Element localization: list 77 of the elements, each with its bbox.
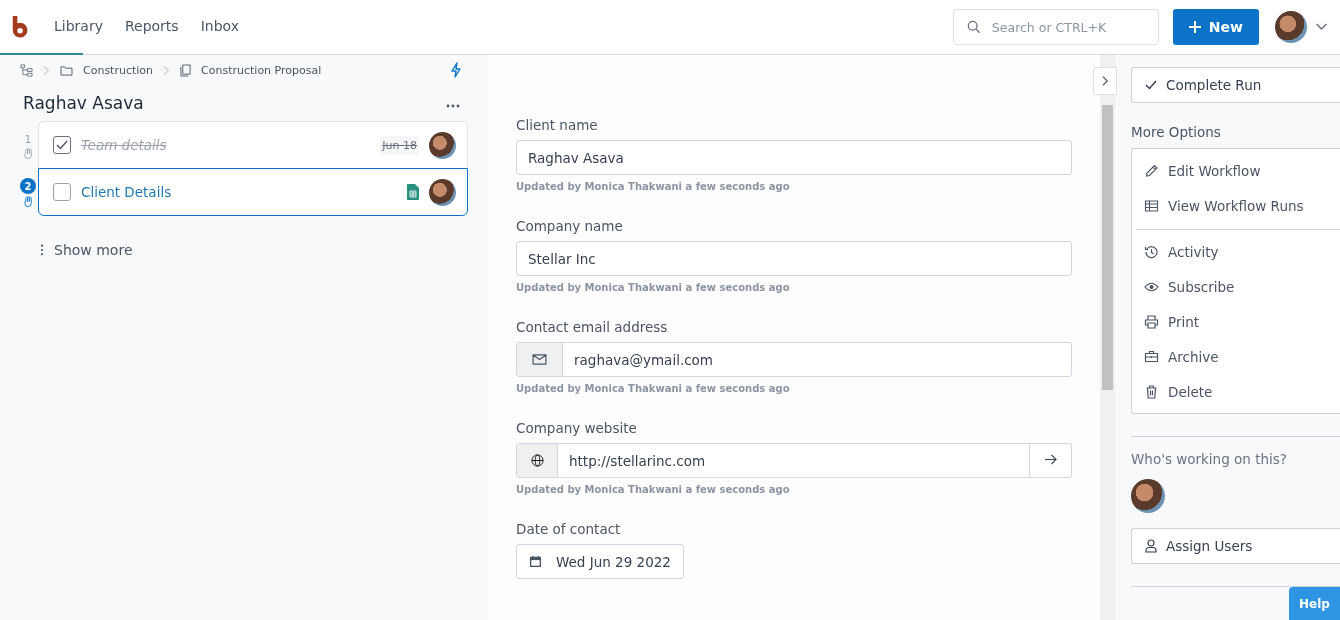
section-title: More Options <box>1131 124 1222 140</box>
briefcase-icon <box>1144 350 1159 363</box>
hand-icon[interactable] <box>22 147 34 159</box>
globe-icon <box>530 454 544 467</box>
ellipsis-icon <box>446 103 460 108</box>
menu-item[interactable]: Activity <box>1136 234 1340 269</box>
update-note: Updated by Monica Thakwani a few seconds ago <box>516 383 791 394</box>
chevron-right-icon <box>1101 75 1109 87</box>
nav-link[interactable]: Library <box>54 14 103 40</box>
field-label: Date of contact <box>516 521 622 537</box>
update-note: Updated by Monica Thakwani a few seconds ago <box>516 282 791 293</box>
history-icon <box>1144 244 1159 259</box>
complete-run-button[interactable]: Complete Run <box>1131 67 1340 103</box>
url-field[interactable]: http://stellarinc.com <box>516 443 1030 478</box>
run-title: Raghav Asava <box>23 93 144 113</box>
plus-icon <box>1188 21 1201 33</box>
chevron-down-icon[interactable] <box>1315 23 1328 31</box>
lightning-icon[interactable] <box>450 62 462 78</box>
collapse-button[interactable] <box>1093 67 1117 95</box>
field-label: Company name <box>516 218 624 234</box>
spreadsheet-icon <box>407 184 419 200</box>
show-more-button[interactable]: Show more <box>40 242 133 258</box>
step-number: 1 <box>24 132 32 146</box>
user-icon <box>1145 539 1157 553</box>
chevron-right-icon <box>163 64 171 76</box>
assign-users-button[interactable]: Assign Users <box>1131 528 1340 564</box>
task-label: Team details <box>81 137 168 153</box>
search-field[interactable]: Search or CTRL+K <box>952 9 1159 45</box>
update-note: Updated by Monica Thakwani a few seconds ago <box>516 181 791 192</box>
menu-item[interactable]: Subscribe <box>1136 269 1340 304</box>
menu-item[interactable]: Archive <box>1136 339 1340 374</box>
scrollbar[interactable] <box>1100 55 1115 620</box>
email-field[interactable]: raghava@ymail.com <box>516 342 1072 377</box>
nav-link[interactable]: Reports <box>124 14 179 40</box>
chevron-right-icon <box>43 64 50 76</box>
breadcrumb-link[interactable]: Construction <box>83 63 154 77</box>
update-note: Updated by Monica Thakwani a few seconds ago <box>516 484 791 495</box>
worker-avatar <box>1131 479 1165 513</box>
task-label: Client Details <box>81 184 173 200</box>
trash-icon <box>1144 384 1159 399</box>
arrow-right-icon <box>1044 454 1057 465</box>
menu-item[interactable]: View Workflow Runs <box>1136 188 1340 223</box>
text-field[interactable]: Stellar Inc <box>516 241 1072 276</box>
user-avatar[interactable] <box>1275 11 1307 43</box>
printer-icon <box>1144 314 1159 329</box>
date-field[interactable]: Wed Jun 29 2022 <box>516 544 684 579</box>
search-icon <box>966 20 981 34</box>
task-item[interactable]: Team details Jun 18 <box>38 121 468 169</box>
check-icon <box>1145 80 1157 90</box>
text-field[interactable]: Raghav Asava <box>516 140 1072 175</box>
assignee-avatar <box>429 178 456 206</box>
menu-item[interactable]: Edit Workflow <box>1136 153 1340 188</box>
field-label: Contact email address <box>516 319 669 335</box>
step-number: 2 <box>20 178 36 194</box>
assignee-avatar <box>429 131 456 159</box>
field-label: Client name <box>516 117 599 133</box>
pencil-icon <box>1144 163 1159 178</box>
folder-icon <box>60 64 73 76</box>
new-button[interactable]: New <box>1172 9 1259 45</box>
section-title: Who's working on this? <box>1131 451 1288 467</box>
menu-item[interactable]: Delete <box>1136 374 1340 409</box>
nav-link[interactable]: Inbox <box>200 14 239 40</box>
due-date: Jun 18 <box>380 135 419 155</box>
hierarchy-icon[interactable] <box>20 63 33 77</box>
breadcrumb-link[interactable]: Construction Proposal <box>201 63 322 77</box>
menu-item[interactable]: Print <box>1136 304 1340 339</box>
checkbox[interactable] <box>53 183 71 201</box>
field-label: Company website <box>516 420 638 436</box>
envelope-icon <box>532 354 547 365</box>
vertical-dots-icon <box>40 244 44 256</box>
task-item[interactable]: Client Details <box>38 168 468 216</box>
calendar-icon <box>529 555 542 568</box>
hand-icon[interactable] <box>22 196 34 207</box>
table-icon <box>1144 199 1159 212</box>
copy-icon <box>180 63 192 77</box>
eye-icon <box>1144 281 1159 292</box>
checkbox[interactable] <box>53 136 71 154</box>
